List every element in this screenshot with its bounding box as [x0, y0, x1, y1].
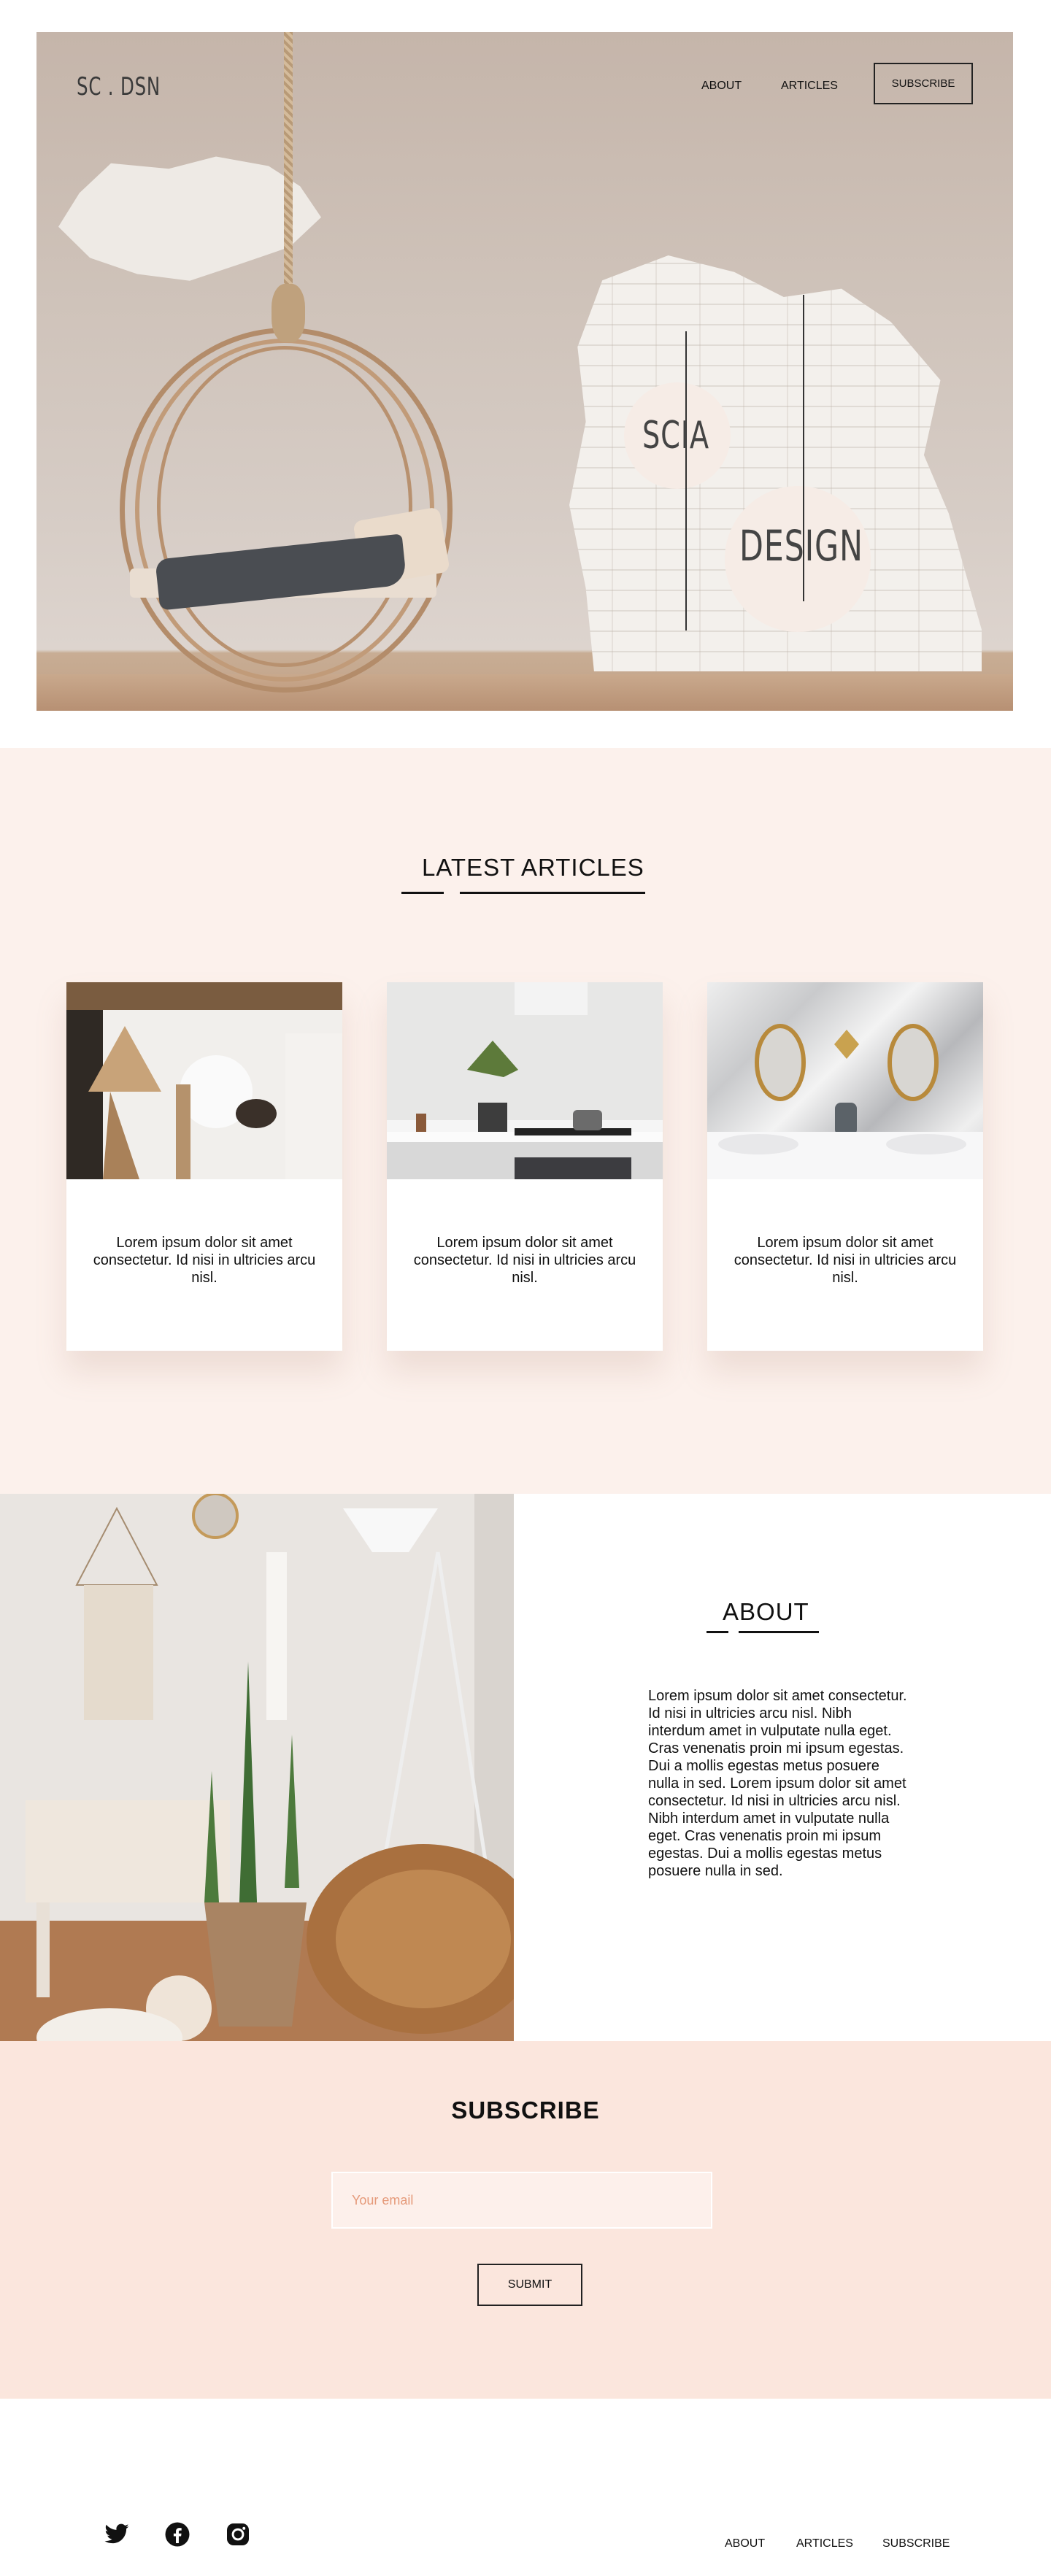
rope-knot	[272, 284, 305, 342]
about-body: Lorem ipsum dolor sit amet consectetur. …	[648, 1688, 907, 1879]
swing-ring	[157, 346, 412, 667]
article-card[interactable]: Lorem ipsum dolor sit amet consectetur. …	[66, 982, 342, 1351]
hero-banner: SCIA DESIGN	[36, 32, 1013, 711]
footer-link-articles[interactable]: ARTICLES	[796, 2537, 853, 2550]
email-input[interactable]: Your email	[331, 2172, 712, 2229]
instagram-icon[interactable]	[225, 2521, 251, 2548]
title-underline	[401, 892, 444, 894]
about-title: ABOUT	[723, 1598, 809, 1625]
title-underline	[707, 1631, 728, 1633]
facebook-icon[interactable]	[164, 2521, 190, 2548]
twitter-icon[interactable]	[104, 2521, 130, 2548]
title-underline	[739, 1631, 819, 1633]
article-excerpt: Lorem ipsum dolor sit amet consectetur. …	[93, 1235, 316, 1286]
hero-word-design: DESIGN	[739, 521, 863, 571]
article-card[interactable]: Lorem ipsum dolor sit amet consectetur. …	[707, 982, 983, 1351]
article-excerpt: Lorem ipsum dolor sit amet consectetur. …	[734, 1235, 957, 1286]
site-logo[interactable]: SC . DSN	[77, 72, 161, 101]
hero-word-scia: SCIA	[642, 414, 709, 458]
subscribe-button[interactable]: SUBSCRIBE	[874, 63, 973, 104]
exposed-brick-patch	[58, 156, 321, 281]
about-image-living-room	[0, 1494, 514, 2041]
nav-articles[interactable]: ARTICLES	[781, 80, 838, 93]
swing-rope	[284, 32, 293, 324]
footer-link-about[interactable]: ABOUT	[725, 2537, 765, 2550]
subscribe-title: SUBSCRIBE	[451, 2097, 600, 2124]
submit-button[interactable]: SUBMIT	[477, 2264, 582, 2306]
article-excerpt: Lorem ipsum dolor sit amet consectetur. …	[413, 1235, 636, 1286]
article-image-bathroom[interactable]	[707, 982, 983, 1179]
title-underline	[460, 892, 645, 894]
footer-link-subscribe[interactable]: SUBSCRIBE	[882, 2537, 950, 2550]
hero-line	[685, 331, 687, 630]
article-image-kitchen[interactable]	[387, 982, 663, 1179]
articles-title: LATEST ARTICLES	[422, 854, 644, 881]
nav-about[interactable]: ABOUT	[701, 80, 742, 93]
article-card[interactable]: Lorem ipsum dolor sit amet consectetur. …	[387, 982, 663, 1351]
floor	[36, 674, 1013, 711]
article-image-boho-interior[interactable]	[66, 982, 342, 1179]
